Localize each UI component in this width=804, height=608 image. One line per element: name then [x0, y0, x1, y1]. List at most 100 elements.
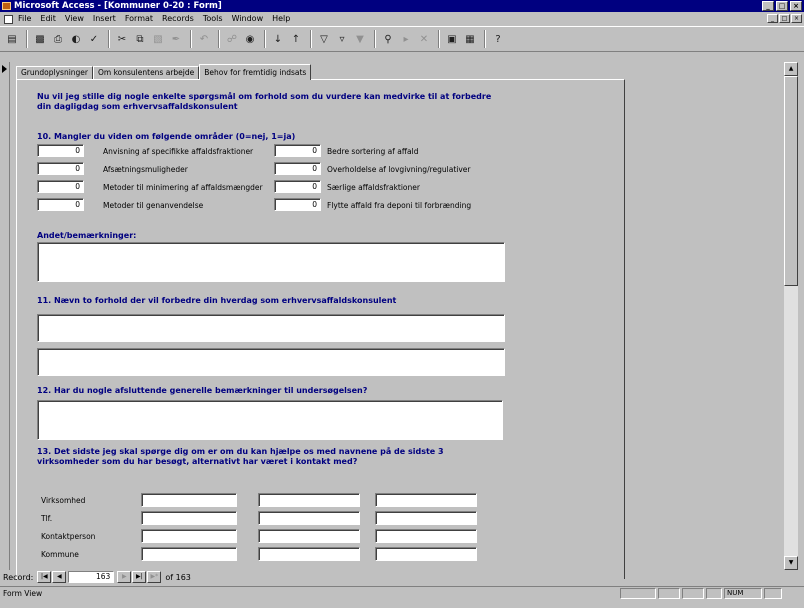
q10-left-label-4: Metoder til genanvendelse [103, 201, 204, 210]
menu-help[interactable]: Help [272, 12, 290, 26]
company-3-tlf[interactable] [375, 511, 477, 525]
tab-panel: Nu vil jeg stille dig nogle enkelte spør… [16, 79, 625, 579]
q10-right-field-4[interactable]: 0 [274, 198, 321, 211]
q12-input[interactable] [37, 400, 503, 440]
status-panel-4 [706, 588, 722, 599]
window-title: Microsoft Access - [Kommuner 0-20 : Form… [14, 1, 222, 11]
intro-text: Nu vil jeg stille dig nogle enkelte spør… [37, 92, 492, 111]
toolbar-separator [218, 30, 220, 48]
scroll-down-arrow-icon[interactable]: ▼ [784, 556, 798, 570]
find-icon[interactable]: ⚲ [380, 31, 396, 47]
num-lock-indicator: NUM [724, 588, 762, 599]
company-3-virksomhed[interactable] [375, 493, 477, 507]
q10-left-field-4[interactable]: 0 [37, 198, 84, 211]
q10-right-field-3[interactable]: 0 [274, 180, 321, 193]
record-selector[interactable] [0, 62, 10, 570]
menu-records[interactable]: Records [162, 12, 194, 26]
sort-descending-icon[interactable]: ↑ [288, 31, 304, 47]
filter-by-form-icon[interactable]: ▿ [334, 31, 350, 47]
company-2-kommune[interactable] [258, 547, 360, 561]
doc-restore-button[interactable]: □ [779, 14, 790, 23]
current-record-input[interactable]: 163 [68, 571, 115, 583]
q10-right-field-1[interactable]: 0 [274, 144, 321, 157]
q10-left-field-2[interactable]: 0 [37, 162, 84, 175]
maximize-button[interactable]: □ [776, 1, 788, 11]
apply-filter-icon[interactable]: ▼ [352, 31, 368, 47]
q10-left-field-1[interactable]: 0 [37, 144, 84, 157]
cut-icon[interactable]: ✂ [114, 31, 130, 47]
web-toolbar-icon[interactable]: ◉ [242, 31, 258, 47]
company-1-tlf[interactable] [141, 511, 237, 525]
company-1-virksomhed[interactable] [141, 493, 237, 507]
print-preview-icon[interactable]: ◐ [68, 31, 84, 47]
last-record-button[interactable]: ▶| [132, 571, 147, 583]
menu-window[interactable]: Window [232, 12, 264, 26]
next-record-button[interactable]: ▶ [117, 571, 132, 583]
record-navigation-bar: Record: |◀ ◀ 163 ▶ ▶| ▶* of 163 [0, 570, 804, 584]
company-1-kontaktperson[interactable] [141, 529, 237, 543]
filter-by-selection-icon[interactable]: ▽ [316, 31, 332, 47]
vertical-scrollbar[interactable]: ▲ ▼ [784, 62, 798, 570]
record-label: Record: [3, 572, 34, 582]
tab-grundoplysninger[interactable]: Grundoplysninger [16, 66, 93, 80]
andet-bemaerkninger-input[interactable] [37, 242, 505, 282]
current-record-arrow-icon [2, 65, 7, 73]
status-panel-1 [620, 588, 656, 599]
q10-right-label-2: Overholdelse af lovgivning/regulativer [327, 165, 471, 174]
q10-left-field-3[interactable]: 0 [37, 180, 84, 193]
previous-record-button[interactable]: ◀ [52, 571, 67, 583]
doc-minimize-button[interactable]: _ [767, 14, 778, 23]
scroll-thumb[interactable] [784, 76, 798, 286]
q11-input-1[interactable] [37, 314, 505, 342]
status-panel-2 [658, 588, 680, 599]
undo-icon[interactable]: ↶ [196, 31, 212, 47]
new-record-icon[interactable]: ▸ [398, 31, 414, 47]
menu-bar: File Edit View Insert Format Records Too… [0, 12, 804, 26]
close-button[interactable]: × [790, 1, 802, 11]
tab-om-konsulentens-arbejde[interactable]: Om konsulentens arbejde [93, 66, 200, 80]
menu-tools[interactable]: Tools [203, 12, 223, 26]
scroll-up-arrow-icon[interactable]: ▲ [784, 62, 798, 76]
access-key-icon [2, 2, 11, 10]
menu-format[interactable]: Format [125, 12, 153, 26]
menu-file[interactable]: File [18, 12, 31, 26]
save-icon[interactable]: ▩ [32, 31, 48, 47]
toolbar-separator [26, 30, 28, 48]
insert-hyperlink-icon[interactable]: ☍ [224, 31, 240, 47]
company-2-kontaktperson[interactable] [258, 529, 360, 543]
paste-icon[interactable]: ▧ [150, 31, 166, 47]
sort-ascending-icon[interactable]: ↓ [270, 31, 286, 47]
status-text: Form View [3, 589, 43, 598]
toolbar-separator [484, 30, 486, 48]
andet-label: Andet/bemærkninger: [37, 231, 137, 240]
view-icon[interactable]: ▤ [4, 31, 20, 47]
minimize-button[interactable]: _ [762, 1, 774, 11]
copy-icon[interactable]: ⧉ [132, 31, 148, 47]
row-label-kontaktperson: Kontaktperson [41, 532, 96, 541]
company-2-tlf[interactable] [258, 511, 360, 525]
menu-insert[interactable]: Insert [93, 12, 116, 26]
menu-edit[interactable]: Edit [40, 12, 56, 26]
form-document-icon[interactable] [4, 14, 13, 24]
spelling-icon[interactable]: ✓ [86, 31, 102, 47]
company-1-kommune[interactable] [141, 547, 237, 561]
q11-heading: 11. Nævn to forhold der vil forbedre din… [37, 296, 397, 305]
help-icon[interactable]: ? [490, 31, 506, 47]
delete-record-icon[interactable]: ✕ [416, 31, 432, 47]
new-object-icon[interactable]: ▦ [462, 31, 478, 47]
first-record-button[interactable]: |◀ [37, 571, 52, 583]
company-3-kontaktperson[interactable] [375, 529, 477, 543]
tab-behov-for-fremtidig-indsats[interactable]: Behov for fremtidig indsats [199, 64, 312, 80]
company-2-virksomhed[interactable] [258, 493, 360, 507]
format-painter-icon[interactable]: ✒ [168, 31, 184, 47]
q11-input-2[interactable] [37, 348, 505, 376]
menu-view[interactable]: View [65, 12, 84, 26]
print-icon[interactable]: ⎙ [50, 31, 66, 47]
company-3-kommune[interactable] [375, 547, 477, 561]
doc-close-button[interactable]: × [791, 14, 802, 23]
new-record-button[interactable]: ▶* [147, 571, 162, 583]
database-window-icon[interactable]: ▣ [444, 31, 460, 47]
q12-heading: 12. Har du nogle afsluttende generelle b… [37, 386, 368, 395]
q10-right-field-2[interactable]: 0 [274, 162, 321, 175]
q10-right-label-4: Flytte affald fra deponi til forbrænding [327, 201, 472, 210]
